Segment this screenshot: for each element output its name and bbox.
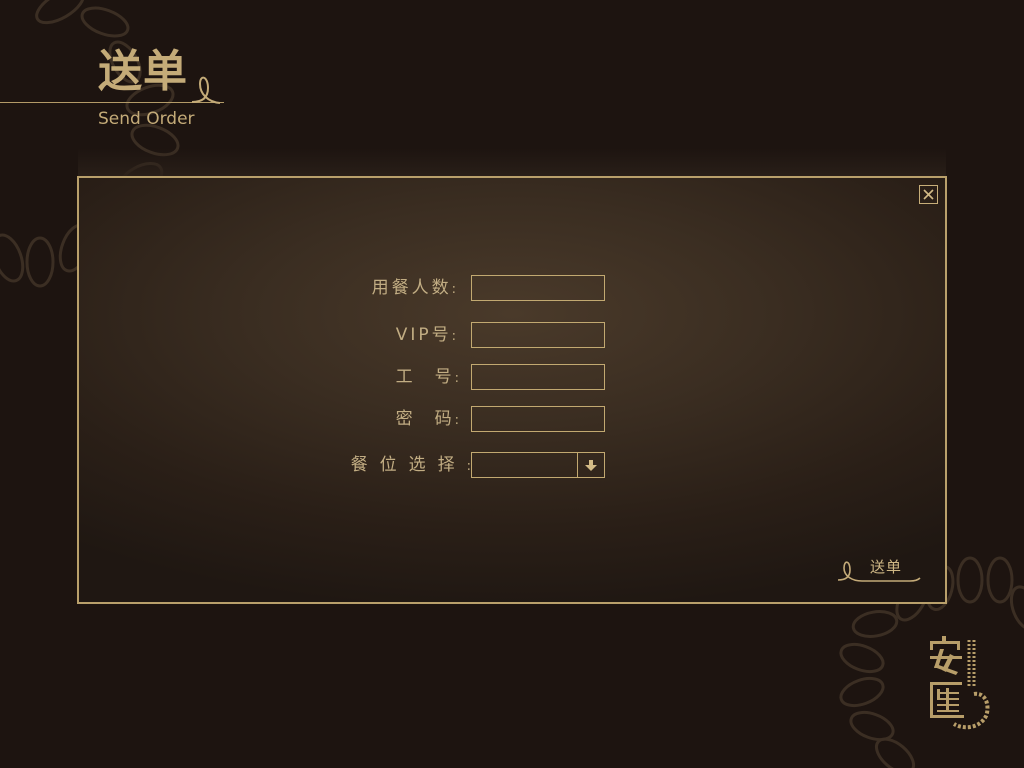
employee-id-input[interactable]	[471, 364, 605, 390]
page-title: 送单	[98, 46, 188, 97]
flourish-icon	[191, 76, 221, 104]
seat-label: 餐位选择:	[350, 455, 471, 475]
diners-input[interactable]	[471, 275, 605, 301]
label-colon: :	[451, 282, 459, 297]
label-colon: :	[454, 413, 459, 428]
vip-label: VIP号:	[395, 325, 459, 345]
label-colon: :	[454, 371, 459, 386]
send-order-label: 送单	[870, 558, 903, 576]
employee-id-label: 工号:	[395, 367, 459, 387]
arrow-down-icon	[585, 460, 597, 471]
vip-input[interactable]	[471, 322, 605, 348]
close-icon	[923, 189, 934, 200]
employee-id-row: 工号:	[79, 364, 945, 392]
send-order-dialog: 用餐人数: VIP号: 工号: 密码: 餐位选择: 送单	[77, 176, 947, 604]
password-input[interactable]	[471, 406, 605, 432]
password-label: 密码:	[395, 409, 459, 429]
seat-row: 餐位选择:	[79, 452, 945, 480]
close-button[interactable]	[919, 185, 938, 204]
password-row: 密码:	[79, 406, 945, 434]
diners-label: 用餐人数:	[371, 278, 459, 298]
anhui-logo-icon	[930, 636, 990, 730]
seat-select[interactable]	[471, 452, 605, 478]
dialog-top-shadow	[78, 148, 946, 177]
page-subtitle: Send Order	[98, 109, 195, 129]
diners-row: 用餐人数:	[79, 275, 945, 303]
vip-row: VIP号:	[79, 322, 945, 350]
label-colon: :	[451, 329, 459, 344]
send-order-screen: 送单 Send Order 用餐人数: VIP号: 工 号: 密 码: 餐位…	[0, 0, 1024, 768]
send-order-button[interactable]: 送单	[836, 554, 922, 586]
seat-dropdown-button[interactable]	[577, 453, 604, 477]
